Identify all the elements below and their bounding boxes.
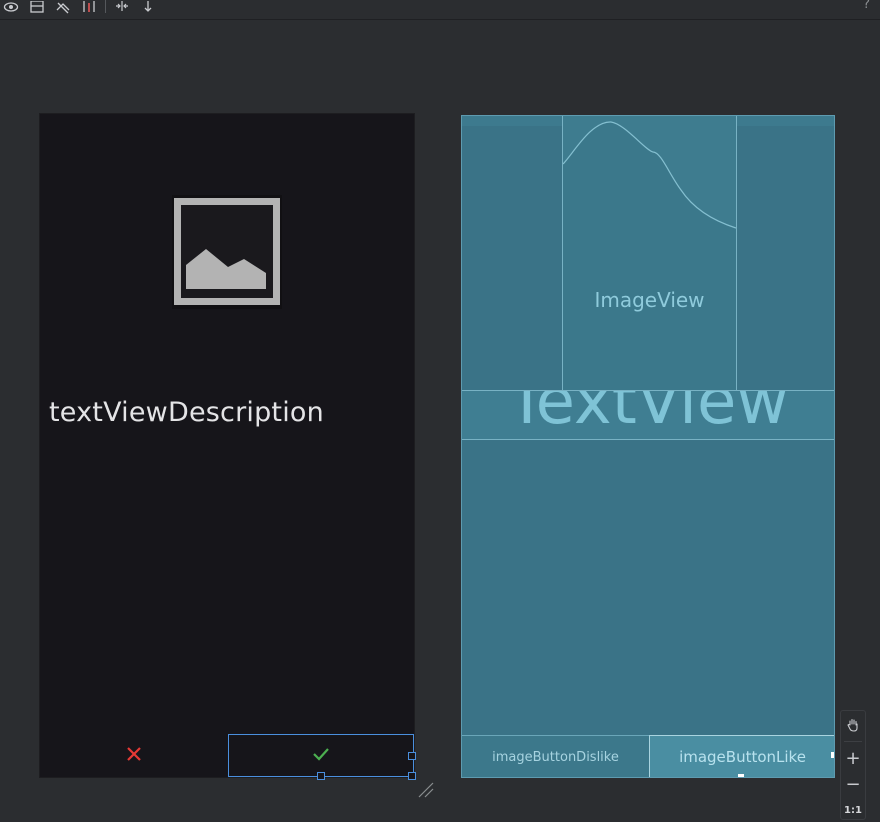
blueprint-imageview-label: ImageView xyxy=(594,288,705,312)
blueprint-like-label: imageButtonLike xyxy=(679,748,806,766)
design-toolbar: ? xyxy=(0,0,880,20)
help-icon[interactable]: ? xyxy=(863,0,870,12)
text-view-description[interactable]: textViewDescription xyxy=(49,397,324,428)
pan-icon[interactable] xyxy=(114,0,130,14)
dislike-button[interactable] xyxy=(40,734,228,777)
blueprint-textview-label: TextView xyxy=(507,390,789,439)
blueprint-dislike-button[interactable]: imageButtonDislike xyxy=(462,735,649,777)
pan-hand-icon[interactable] xyxy=(841,713,865,737)
blueprint-like-button[interactable]: imageButtonLike xyxy=(649,735,834,777)
eye-icon[interactable] xyxy=(3,0,19,14)
zoom-controls: + − 1:1 xyxy=(840,710,866,820)
toolbar-separator xyxy=(105,0,106,13)
close-icon xyxy=(127,746,141,765)
arrow-down-icon[interactable] xyxy=(140,0,156,14)
zoom-in-button[interactable]: + xyxy=(841,746,865,770)
blueprint-imageview[interactable]: ImageView xyxy=(562,116,737,390)
zoom-reset-button[interactable]: 1:1 xyxy=(841,798,865,822)
resize-grip-icon[interactable] xyxy=(417,781,435,803)
blueprint-handle-bottom[interactable] xyxy=(738,774,744,777)
blueprint-handle-right[interactable] xyxy=(831,752,834,758)
check-icon xyxy=(312,746,330,765)
blueprint-icon[interactable] xyxy=(55,0,71,14)
curve-graphic xyxy=(563,116,736,390)
blueprint-textview[interactable]: TextView xyxy=(462,390,834,440)
blueprint-surface[interactable]: ImageView TextView imageButtonDislike im… xyxy=(461,115,835,778)
like-button[interactable] xyxy=(228,734,416,780)
layout-icon[interactable] xyxy=(29,0,45,14)
error-icon[interactable] xyxy=(81,0,97,14)
zoom-out-button[interactable]: − xyxy=(841,772,865,796)
resize-handle-corner[interactable] xyxy=(408,772,416,780)
zoom-divider xyxy=(844,741,862,742)
resize-handle-bottom[interactable] xyxy=(317,772,325,780)
image-placeholder[interactable] xyxy=(172,195,282,309)
design-surface[interactable]: textViewDescription xyxy=(40,114,416,780)
resize-handle-right[interactable] xyxy=(408,752,416,760)
